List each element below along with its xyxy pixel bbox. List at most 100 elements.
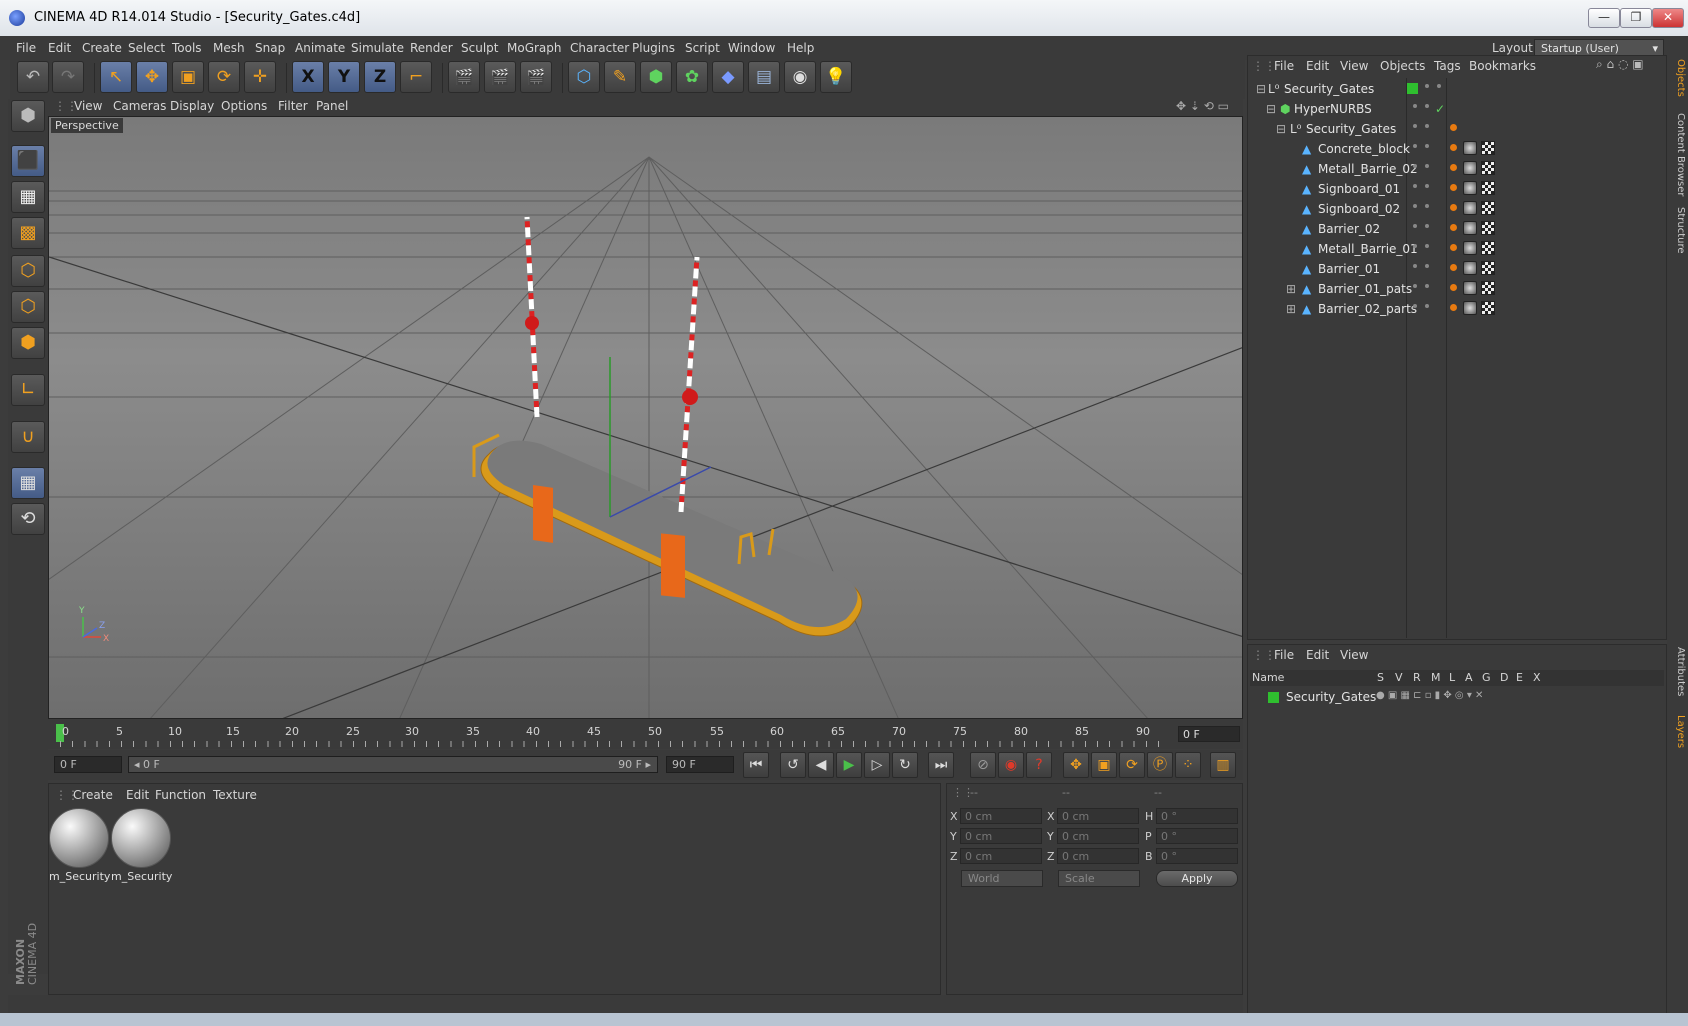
spline-button[interactable]: ✎ [604,61,636,93]
texture-tag-icon[interactable] [1463,281,1477,295]
layer-col-view[interactable]: V [1395,671,1403,684]
layer-row[interactable]: Security_Gates ● ▣ ▦ ⊏ ▫ ▮ ✥ ◎ ▾ ✕ [1250,688,1660,707]
expand-icon[interactable]: ⊞ [1286,302,1296,316]
points-mode-icon[interactable]: ⬡ [11,255,45,287]
key-scale-icon[interactable]: ▣ [1091,752,1117,778]
objects-menu-edit[interactable]: Edit [1306,59,1329,73]
layout-select[interactable]: Startup (User) [1534,39,1664,57]
uvw-tag-icon[interactable] [1481,161,1495,175]
scale-button[interactable]: ▣ [172,61,204,93]
layer-col-animation[interactable]: A [1465,671,1473,684]
position-y-field[interactable]: 0 cm [960,828,1042,844]
rotate-button[interactable]: ⟳ [208,61,240,93]
position-z-field[interactable]: 0 cm [960,848,1042,864]
viewport-menu-cameras[interactable]: Cameras [113,99,166,113]
rotation-b-field[interactable]: 0 ° [1156,848,1238,864]
play-button[interactable]: ▶ [836,752,862,778]
start-frame-field[interactable]: 0 F [54,756,122,773]
layers-menu-file[interactable]: File [1274,648,1294,662]
next-frame-button[interactable]: ▷ [864,752,890,778]
material-swatch[interactable]: m_Security [49,808,110,884]
layer-col-render[interactable]: R [1413,671,1421,684]
keyframe-selection-icon[interactable]: ⊘ [970,752,996,778]
x-axis-lock-button[interactable]: X [292,61,324,93]
y-axis-lock-button[interactable]: Y [328,61,360,93]
z-axis-lock-button[interactable]: Z [364,61,396,93]
rotation-p-field[interactable]: 0 ° [1156,828,1238,844]
layer-col-solo[interactable]: S [1377,671,1384,684]
material-menu-edit[interactable]: Edit [126,788,149,802]
next-key-button[interactable]: ↻ [892,752,918,778]
texture-tag-icon[interactable] [1463,201,1477,215]
viewport-menu-options[interactable]: Options [221,99,267,113]
floor-button[interactable]: ▤ [748,61,780,93]
live-selection-button[interactable]: ↖ [100,61,132,93]
uvw-tag-icon[interactable] [1481,221,1495,235]
current-frame-field[interactable]: 0 F [1178,726,1240,742]
array-button[interactable]: ✿ [676,61,708,93]
object-row[interactable]: ▲ Signboard_02 [1250,200,1660,219]
menu-simulate[interactable]: Simulate [351,41,404,55]
position-x-field[interactable]: 0 cm [960,808,1042,824]
layer-col-xref[interactable]: X [1533,671,1541,684]
texture-mode-icon[interactable]: ▦ [11,181,45,213]
texture-tag-icon[interactable] [1463,181,1477,195]
render-view-button[interactable]: 🎬 [448,61,480,93]
object-row[interactable]: ⊟ L⁰ Security_Gates [1250,80,1660,99]
rotation-h-field[interactable]: 0 ° [1156,808,1238,824]
enabled-check-icon[interactable]: ✓ [1435,102,1445,116]
magnet-icon[interactable]: ∪ [11,421,45,453]
expand-icon[interactable]: ⊟ [1256,82,1266,96]
texture-tag-icon[interactable] [1463,161,1477,175]
layer-col-generators[interactable]: G [1482,671,1491,684]
viewport-menu-panel[interactable]: Panel [316,99,348,113]
uvw-tag-icon[interactable] [1481,181,1495,195]
key-rotation-icon[interactable]: ⟳ [1119,752,1145,778]
object-row[interactable]: ▲ Metall_Barrie_02 [1250,160,1660,179]
minimize-button[interactable]: — [1588,8,1620,28]
expand-icon[interactable]: ⊟ [1266,102,1276,116]
autokey-icon[interactable]: ? [1026,752,1052,778]
viewport-menu-filter[interactable]: Filter [278,99,308,113]
workplane-icon[interactable]: ▩ [11,217,45,249]
texture-tag-icon[interactable] [1463,301,1477,315]
snap-grid-icon[interactable]: ▦ [11,467,45,499]
object-row[interactable]: ▲ Signboard_01 [1250,180,1660,199]
menu-script[interactable]: Script [685,41,720,55]
perspective-viewport[interactable]: Y X Z Perspective [48,116,1243,719]
preview-range-slider[interactable]: ◂ 0 F 90 F ▸ [128,756,658,773]
menu-mesh[interactable]: Mesh [213,41,245,55]
objects-search-icon[interactable]: ⌕ ⌂ ◌ ▣ [1596,57,1644,72]
move-button[interactable]: ✥ [136,61,168,93]
layer-flag-icons[interactable]: ● ▣ ▦ ⊏ ▫ ▮ ✥ ◎ ▾ ✕ [1376,690,1483,701]
side-tab-structure[interactable]: Structure [1669,207,1686,254]
phong-tag-icon[interactable] [1450,264,1457,271]
phong-tag-icon[interactable] [1450,284,1457,291]
side-tab-content-browser[interactable]: Content Browser [1669,113,1686,196]
key-pla-icon[interactable]: ⁘ [1175,752,1201,778]
object-row[interactable]: ▲ Concrete_block [1250,140,1660,159]
menu-create[interactable]: Create [82,41,122,55]
uvw-tag-icon[interactable] [1481,301,1495,315]
cube-primitive-button[interactable]: ⬡ [568,61,600,93]
nurbs-button[interactable]: ⬢ [640,61,672,93]
objects-menu-view[interactable]: View [1340,59,1368,73]
deformer-button[interactable]: ◆ [712,61,744,93]
objects-menu-tags[interactable]: Tags [1434,59,1461,73]
end-frame-field[interactable]: 90 F [666,756,734,773]
phong-tag-icon[interactable] [1450,204,1457,211]
phong-tag-icon[interactable] [1450,184,1457,191]
layer-color-chip[interactable] [1268,692,1279,703]
coord-transform-dropdown[interactable]: Scale [1058,870,1140,887]
material-menu-function[interactable]: Function [155,788,206,802]
viewport-menu-display[interactable]: Display [170,99,214,113]
object-row[interactable]: ⊟ L⁰ Security_Gates [1250,120,1660,139]
size-y-field[interactable]: 0 cm [1057,828,1139,844]
coordinate-system-button[interactable]: ⌐ [400,61,432,93]
objects-menu-objects[interactable]: Objects [1380,59,1425,73]
side-tab-objects[interactable]: Objects [1669,59,1686,97]
layers-menu-view[interactable]: View [1340,648,1368,662]
camera-button[interactable]: ◉ [784,61,816,93]
menu-help[interactable]: Help [787,41,814,55]
layer-col-deformers[interactable]: D [1500,671,1508,684]
